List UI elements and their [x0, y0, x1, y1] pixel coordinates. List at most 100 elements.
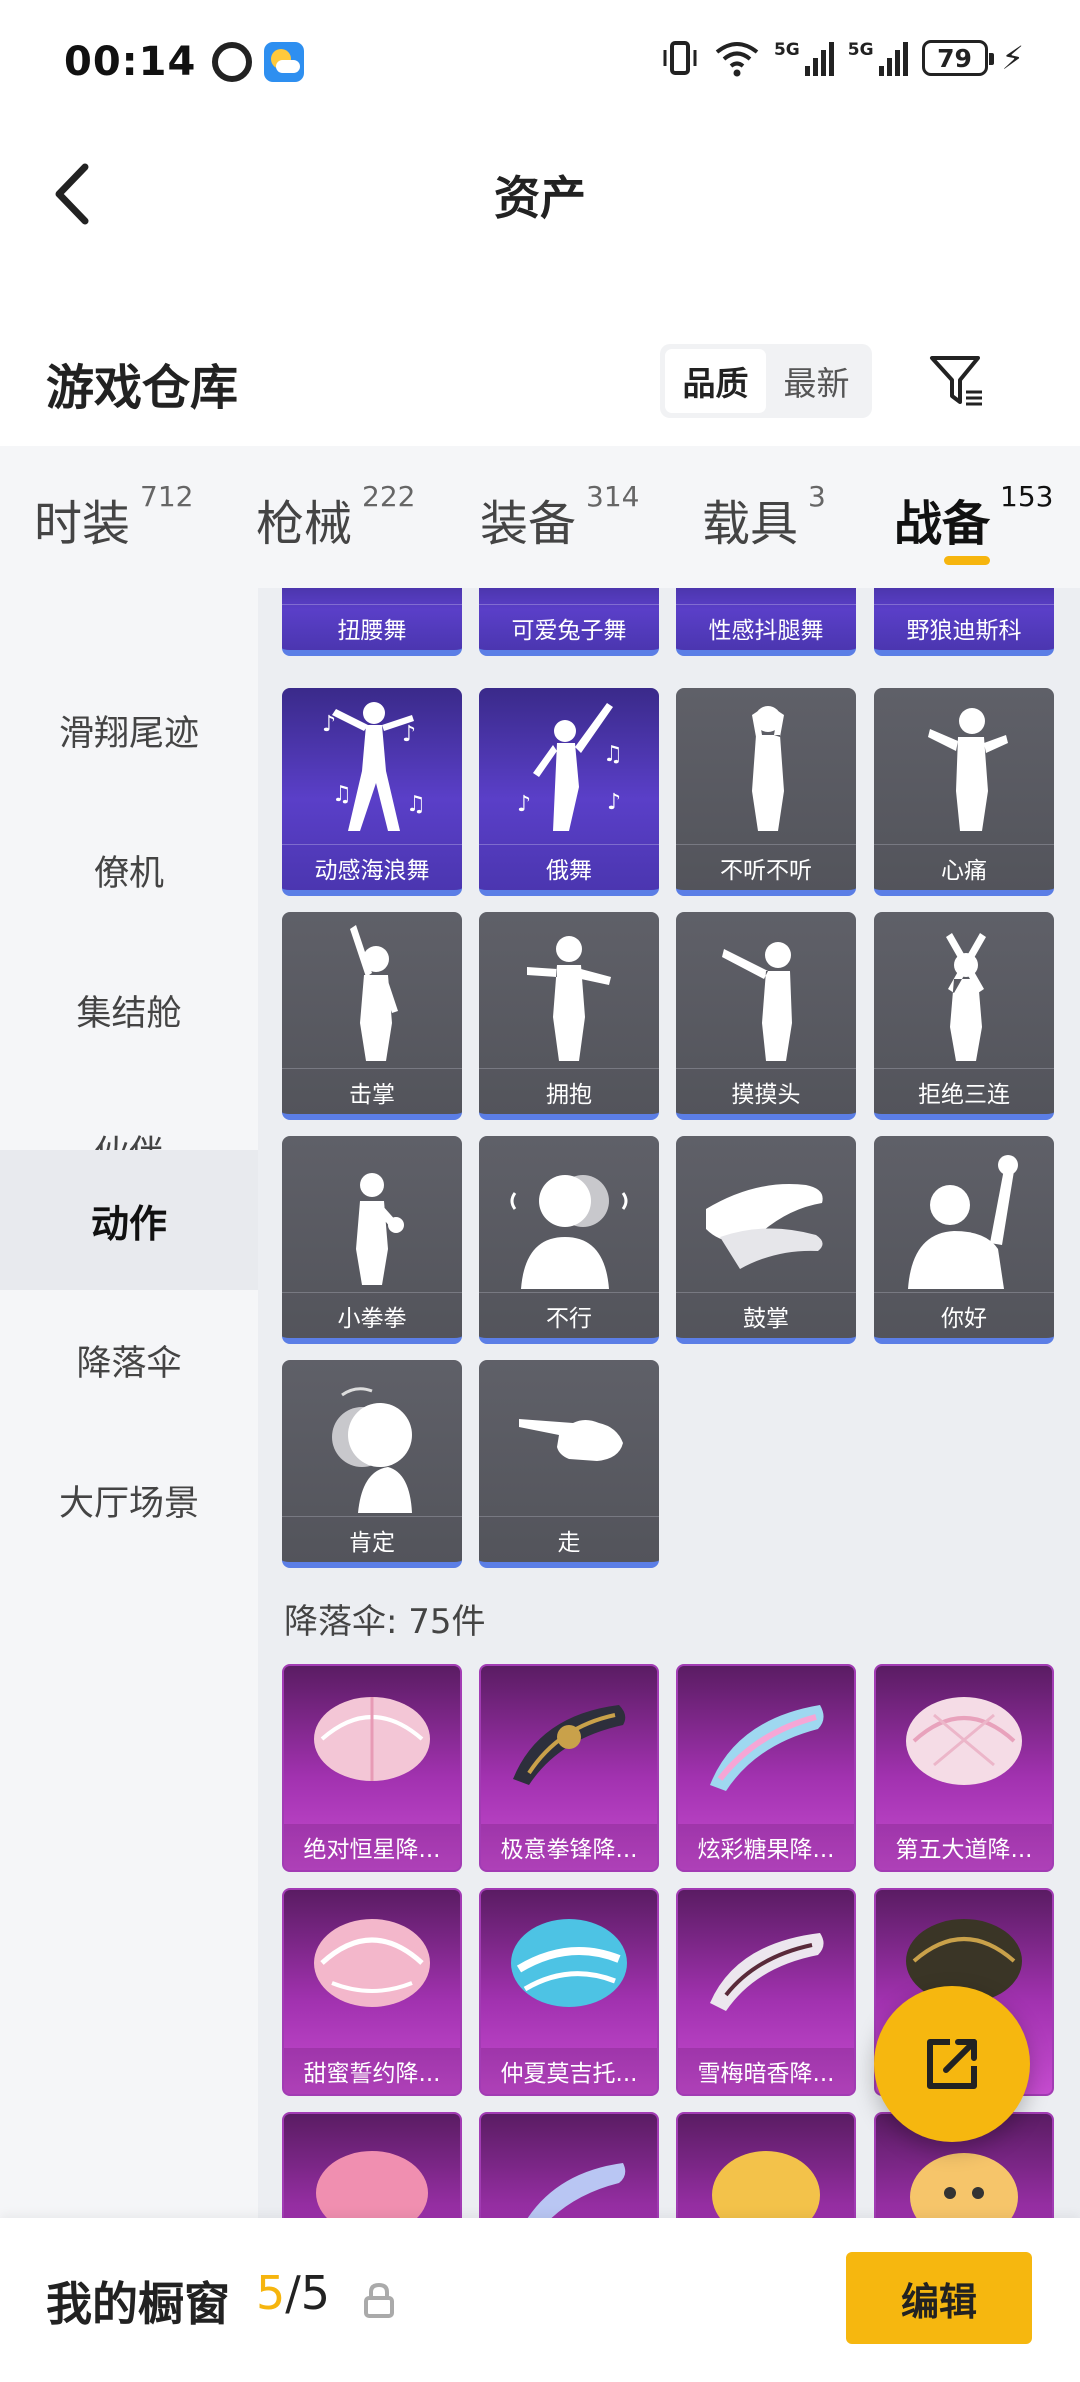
parachute-icon — [481, 1666, 657, 1824]
card-label: 炫彩糖果降... — [678, 1824, 854, 1870]
svg-text:♪: ♪ — [402, 722, 416, 747]
tab-equipment[interactable]: 装备 314 — [480, 480, 639, 554]
emote-card[interactable]: 可爱兔子舞 — [479, 588, 659, 656]
svg-text:♪: ♪ — [607, 790, 621, 815]
emote-card[interactable]: 野狼迪斯科 — [874, 588, 1054, 656]
parachute-icon — [284, 1890, 460, 2048]
emote-card[interactable]: 摸摸头 — [676, 912, 856, 1120]
tab-fashion[interactable]: 时装 712 — [34, 480, 193, 554]
card-label: 不听不听 — [676, 844, 856, 890]
parachute-card[interactable]: 第五大道降... — [874, 1664, 1054, 1872]
card-label: 拥抱 — [479, 1068, 659, 1114]
wave-hand-icon — [874, 1136, 1054, 1292]
side-item-rally-pod[interactable]: 集结舱 — [0, 940, 258, 1080]
parachute-card[interactable] — [676, 2112, 856, 2218]
parachute-icon — [481, 1890, 657, 2048]
clap-icon — [676, 1136, 856, 1292]
vibrate-icon — [663, 41, 697, 75]
emote-card[interactable]: 击掌 — [282, 912, 462, 1120]
parachute-card[interactable] — [282, 2112, 462, 2218]
dancer-icon: ♪ ♪ ♫ ♫ — [282, 688, 462, 844]
card-label: 绝对恒星降... — [284, 1824, 460, 1870]
sort-option-quality[interactable]: 品质 — [665, 349, 766, 413]
tab-count: 3 — [808, 480, 826, 513]
card-label: 拒绝三连 — [874, 1068, 1054, 1114]
tab-label: 枪械 — [256, 496, 353, 552]
emote-card[interactable]: 鼓掌 — [676, 1136, 856, 1344]
parachute-card[interactable] — [479, 2112, 659, 2218]
figure-icon — [676, 912, 856, 1068]
svg-text:♪: ♪ — [517, 792, 531, 817]
tab-vehicles[interactable]: 载具 3 — [702, 480, 826, 554]
lock-icon — [364, 2282, 394, 2318]
dancer-icon: ♪ ♫ ♪ — [479, 688, 659, 844]
emote-card[interactable]: ♪ ♪ ♫ ♫ 动感海浪舞 — [282, 688, 462, 896]
card-label: 心痛 — [874, 844, 1054, 890]
emote-card[interactable]: 扭腰舞 — [282, 588, 462, 656]
emote-card[interactable]: 肯定 — [282, 1360, 462, 1568]
parachute-card[interactable]: 绝对恒星降... — [282, 1664, 462, 1872]
card-label: 扭腰舞 — [282, 604, 462, 650]
showcase-count-current: 5 — [256, 2266, 286, 2320]
emote-card[interactable]: 不行 — [479, 1136, 659, 1344]
emote-card[interactable]: 小拳拳 — [282, 1136, 462, 1344]
parachute-icon — [678, 1890, 854, 2048]
tab-count: 314 — [586, 480, 640, 513]
emote-card[interactable]: ♪ ♫ ♪ 俄舞 — [479, 688, 659, 896]
tab-label: 战备 — [894, 496, 991, 552]
tab-count: 153 — [1000, 480, 1054, 513]
showcase-label: 我的橱窗 — [46, 2277, 230, 2331]
share-icon — [927, 2039, 977, 2089]
filter-button[interactable] — [920, 344, 994, 418]
card-label: 肯定 — [282, 1516, 462, 1562]
share-button[interactable] — [874, 1986, 1030, 2142]
tab-label: 载具 — [702, 496, 799, 552]
figure-icon — [479, 912, 659, 1068]
emote-card[interactable]: 性感抖腿舞 — [676, 588, 856, 656]
weather-icon — [264, 42, 305, 82]
side-item-wingman[interactable]: 僚机 — [0, 800, 258, 940]
parachute-icon — [876, 1666, 1052, 1824]
side-item-lobby-scene[interactable]: 大厅场景 — [0, 1430, 258, 1570]
pointing-hand-icon — [479, 1360, 659, 1516]
parachute-icon — [678, 1666, 854, 1824]
parachute-icon — [481, 2114, 657, 2218]
side-menu: 滑翔尾迹 僚机 集结舱 伙伴 动作 降落伞 大厅场景 — [0, 588, 258, 2218]
nav-bar: 资产 — [0, 124, 1080, 264]
svg-text:♫: ♫ — [406, 792, 426, 817]
battery-icon: 79 — [921, 40, 994, 76]
parachute-card[interactable]: 仲夏莫吉托... — [479, 1888, 659, 2096]
tab-firearms[interactable]: 枪械 222 — [256, 480, 415, 554]
parachute-card[interactable]: 炫彩糖果降... — [676, 1664, 856, 1872]
emote-card[interactable]: 你好 — [874, 1136, 1054, 1344]
head-shake-icon — [479, 1136, 659, 1292]
card-label: 摸摸头 — [676, 1068, 856, 1114]
edit-button[interactable]: 编辑 — [846, 2252, 1032, 2344]
wifi-icon — [715, 42, 759, 77]
emote-card[interactable]: 心痛 — [874, 688, 1054, 896]
card-label: 仲夏莫吉托... — [481, 2048, 657, 2094]
parachute-icon — [284, 1666, 460, 1824]
side-item-parachute[interactable]: 降落伞 — [0, 1290, 258, 1430]
filter-icon — [930, 356, 982, 406]
parachute-card[interactable]: 甜蜜誓约降... — [282, 1888, 462, 2096]
battery-level: 79 — [937, 43, 972, 73]
status-bar: 00:14 5G 5G 79 ⚡ — [0, 0, 1080, 124]
card-label: 极意拳锋降... — [481, 1824, 657, 1870]
nod-icon — [282, 1360, 462, 1516]
card-label: 雪梅暗香降... — [678, 2048, 854, 2094]
parachute-card[interactable]: 极意拳锋降... — [479, 1664, 659, 1872]
emote-card[interactable]: 不听不听 — [676, 688, 856, 896]
emote-card[interactable]: 拥抱 — [479, 912, 659, 1120]
tab-battle-gear[interactable]: 战备 153 — [894, 480, 1053, 554]
emote-card[interactable]: 走 — [479, 1360, 659, 1568]
emote-card[interactable]: 拒绝三连 — [874, 912, 1054, 1120]
card-label: 甜蜜誓约降... — [284, 2048, 460, 2094]
svg-text:♫: ♫ — [332, 782, 352, 807]
parachute-card[interactable]: 雪梅暗香降... — [676, 1888, 856, 2096]
side-item-glide-trail[interactable]: 滑翔尾迹 — [0, 660, 258, 800]
figure-icon — [282, 1136, 462, 1292]
tab-active-indicator — [944, 556, 990, 565]
sort-option-latest[interactable]: 最新 — [766, 349, 867, 413]
side-item-emotes[interactable]: 动作 — [0, 1150, 258, 1290]
